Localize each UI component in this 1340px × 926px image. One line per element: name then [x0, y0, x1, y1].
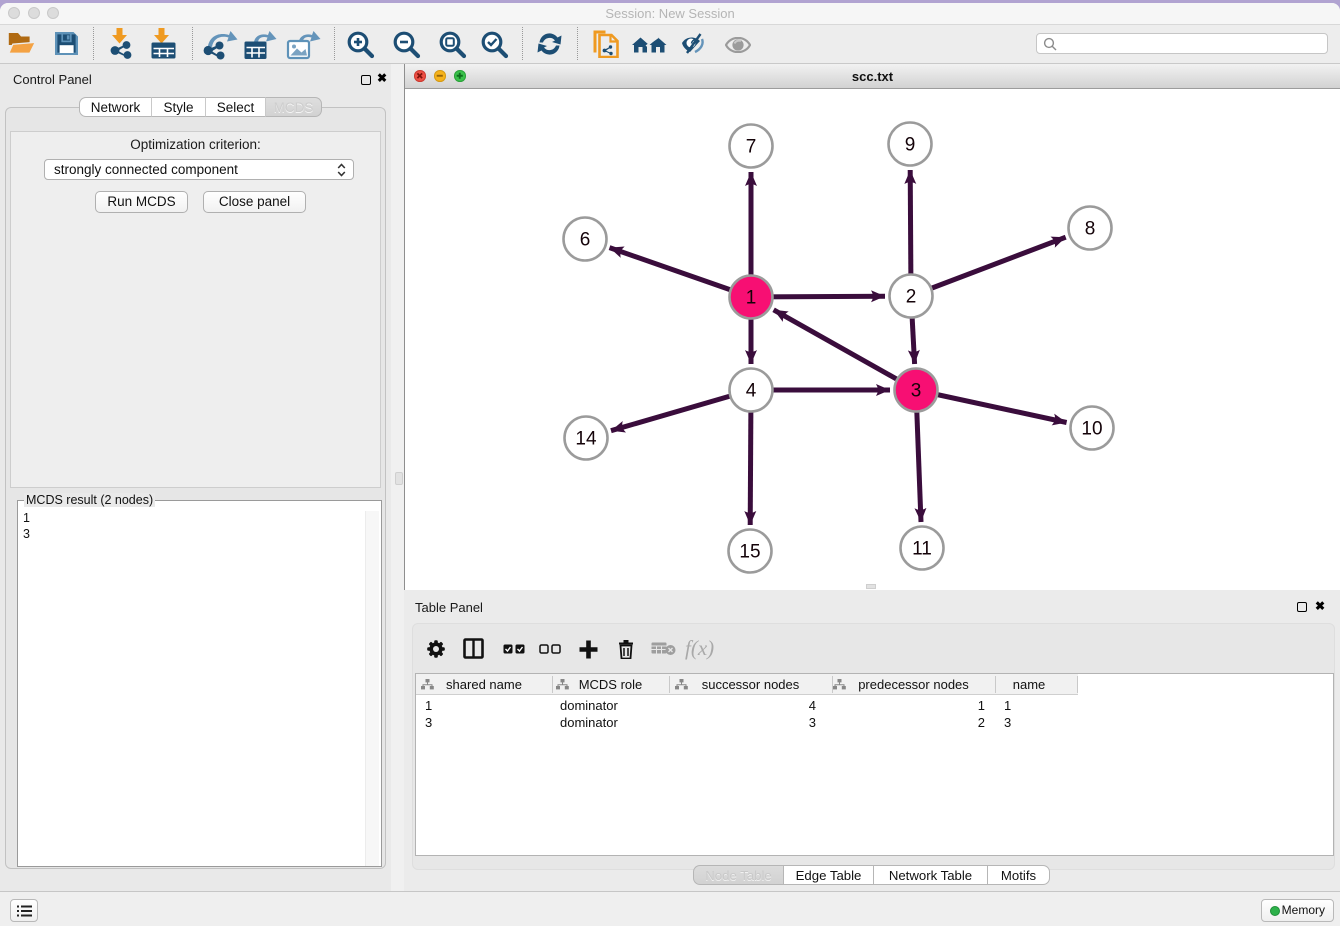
svg-text:15: 15: [739, 542, 760, 563]
svg-text:7: 7: [746, 137, 757, 158]
svg-text:6: 6: [580, 230, 591, 251]
svg-text:11: 11: [912, 539, 932, 560]
svg-text:1: 1: [746, 288, 757, 309]
svg-text:4: 4: [746, 381, 757, 402]
svg-text:14: 14: [575, 429, 597, 450]
svg-text:3: 3: [911, 381, 922, 402]
svg-text:10: 10: [1081, 419, 1102, 440]
svg-text:8: 8: [1085, 219, 1096, 240]
svg-text:2: 2: [906, 287, 917, 308]
svg-text:9: 9: [905, 135, 916, 156]
